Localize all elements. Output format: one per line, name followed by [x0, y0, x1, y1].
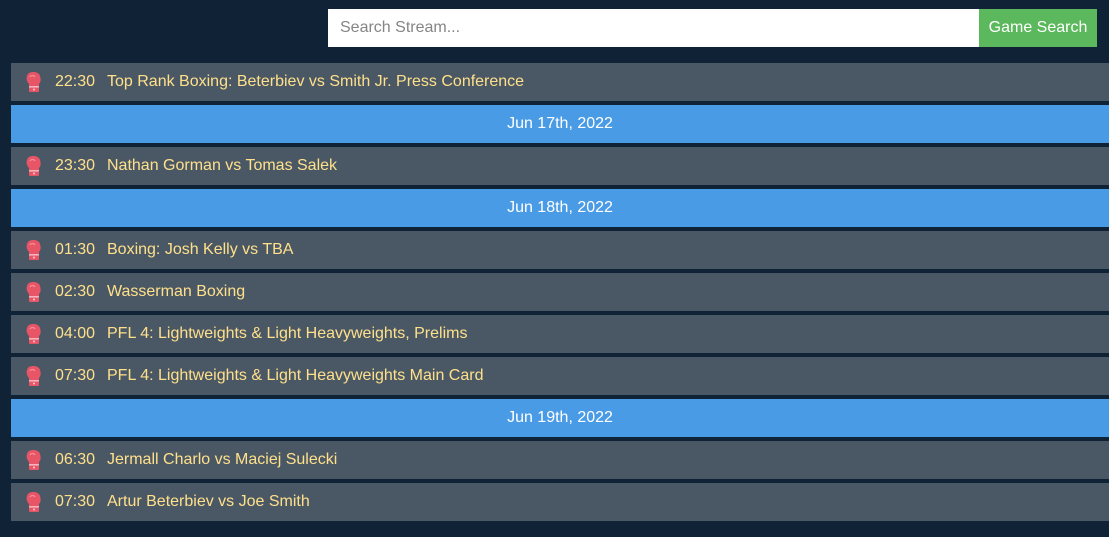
schedule-list: 22:30 Top Rank Boxing: Beterbiev vs Smith…	[11, 63, 1109, 525]
date-label: Jun 18th, 2022	[507, 199, 613, 216]
boxing-glove-icon	[25, 281, 43, 303]
event-row[interactable]: 07:30 Artur Beterbiev vs Joe Smith	[11, 483, 1109, 521]
event-row[interactable]: 23:30 Nathan Gorman vs Tomas Salek	[11, 147, 1109, 185]
game-search-button[interactable]: Game Search	[979, 9, 1097, 47]
boxing-glove-icon	[25, 155, 43, 177]
event-title: Nathan Gorman vs Tomas Salek	[107, 157, 338, 174]
boxing-glove-icon	[25, 71, 43, 93]
boxing-glove-icon	[25, 323, 43, 345]
event-title: Artur Beterbiev vs Joe Smith	[107, 493, 310, 510]
boxing-glove-icon	[25, 449, 43, 471]
event-row[interactable]: 01:30 Boxing: Josh Kelly vs TBA	[11, 231, 1109, 269]
boxing-glove-icon	[25, 491, 43, 513]
date-header: Jun 17th, 2022	[11, 105, 1109, 143]
event-title: PFL 4: Lightweights & Light Heavyweights…	[107, 325, 468, 342]
event-time: 07:30	[55, 367, 96, 384]
event-title: Boxing: Josh Kelly vs TBA	[107, 241, 294, 258]
event-title: PFL 4: Lightweights & Light Heavyweights…	[107, 367, 484, 384]
date-header: Jun 18th, 2022	[11, 189, 1109, 227]
event-time: 23:30	[55, 157, 96, 174]
date-label: Jun 19th, 2022	[507, 409, 613, 426]
event-time: 04:00	[55, 325, 96, 342]
event-title: Jermall Charlo vs Maciej Sulecki	[107, 451, 338, 468]
event-title: Wasserman Boxing	[107, 283, 246, 300]
event-row[interactable]: 02:30 Wasserman Boxing	[11, 273, 1109, 311]
event-time: 07:30	[55, 493, 96, 510]
event-row[interactable]: 06:30 Jermall Charlo vs Maciej Sulecki	[11, 441, 1109, 479]
event-time: 01:30	[55, 241, 96, 258]
boxing-glove-icon	[25, 239, 43, 261]
event-row[interactable]: 22:30 Top Rank Boxing: Beterbiev vs Smith…	[11, 63, 1109, 101]
event-title: Top Rank Boxing: Beterbiev vs Smith Jr. …	[107, 73, 525, 90]
boxing-glove-icon	[25, 365, 43, 387]
date-header: Jun 19th, 2022	[11, 399, 1109, 437]
event-row[interactable]: 07:30 PFL 4: Lightweights & Light Heavywe…	[11, 357, 1109, 395]
search-bar: Game Search	[328, 9, 1097, 47]
search-input[interactable]	[328, 9, 979, 47]
event-time: 02:30	[55, 283, 96, 300]
event-time: 22:30	[55, 73, 96, 90]
date-label: Jun 17th, 2022	[507, 115, 613, 132]
event-row[interactable]: 04:00 PFL 4: Lightweights & Light Heavywe…	[11, 315, 1109, 353]
event-time: 06:30	[55, 451, 96, 468]
